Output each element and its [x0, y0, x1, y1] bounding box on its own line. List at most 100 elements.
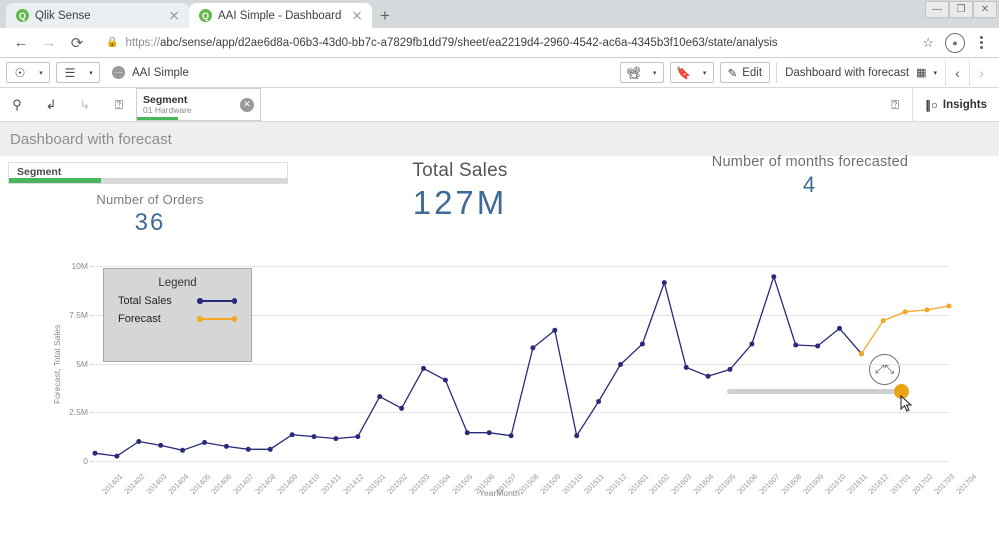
- kpi-months-forecasted: Number of months forecasted 4: [670, 154, 950, 198]
- legend-entry-forecast[interactable]: Forecast: [104, 307, 251, 325]
- kpi-number-of-orders: Number of Orders 36: [60, 192, 240, 237]
- next-sheet-button[interactable]: ›: [969, 60, 993, 86]
- data-point[interactable]: [574, 433, 579, 438]
- data-point[interactable]: [837, 326, 842, 331]
- browser-menu-icon[interactable]: [971, 36, 991, 49]
- data-point[interactable]: [640, 342, 645, 347]
- data-point[interactable]: [377, 394, 382, 399]
- data-point[interactable]: [618, 362, 623, 367]
- data-point[interactable]: [421, 366, 426, 371]
- close-icon[interactable]: [350, 9, 364, 23]
- data-point[interactable]: [684, 365, 689, 370]
- close-icon[interactable]: [167, 9, 181, 23]
- data-point[interactable]: [728, 367, 733, 372]
- data-point[interactable]: [246, 447, 251, 452]
- close-icon[interactable]: ✕: [240, 98, 254, 112]
- data-point[interactable]: [706, 374, 711, 379]
- sheet-list-button[interactable]: ☰ ▾: [56, 62, 100, 83]
- forward-icon[interactable]: →: [36, 30, 62, 56]
- selection-fill-bar: [137, 117, 178, 120]
- address-bar[interactable]: 🔒 https://abc/sense/app/d2ae6d8a-06b3-43…: [96, 32, 915, 54]
- y-axis-tick-label: 7.5M: [69, 310, 88, 320]
- edit-label: Edit: [742, 67, 762, 79]
- back-icon[interactable]: ←: [8, 30, 34, 56]
- legend-title: Legend: [104, 269, 251, 289]
- data-point[interactable]: [771, 274, 776, 279]
- storytelling-button[interactable]: 📽 ▾: [620, 62, 664, 83]
- data-point[interactable]: [859, 351, 864, 356]
- segment-filter-pane[interactable]: Segment: [8, 162, 288, 184]
- selection-search-icon[interactable]: ⚲: [0, 88, 34, 121]
- bookmark-star-icon[interactable]: ☆: [917, 35, 939, 51]
- forecast-line-chart[interactable]: Forecast, Total Sales 02.5M5M7.5M10M Leg…: [0, 266, 999, 539]
- maximize-icon[interactable]: ❐: [949, 1, 973, 18]
- clear-selections-icon[interactable]: ⍰: [102, 88, 136, 121]
- selection-chip-segment[interactable]: Segment 01 Hardware ✕: [136, 88, 261, 121]
- step-forward-icon[interactable]: ↳: [68, 88, 102, 121]
- data-point[interactable]: [202, 440, 207, 445]
- reload-icon[interactable]: ⟳: [64, 30, 90, 56]
- y-axis-tick: [90, 364, 94, 365]
- data-point[interactable]: [114, 454, 119, 459]
- data-point[interactable]: [487, 430, 492, 435]
- data-point[interactable]: [881, 318, 886, 323]
- data-point[interactable]: [530, 345, 535, 350]
- data-point[interactable]: [596, 399, 601, 404]
- browser-url-bar: ← → ⟳ 🔒 https://abc/sense/app/d2ae6d8a-0…: [0, 28, 999, 58]
- sheet-selector[interactable]: Dashboard with forecast ▦ ▾: [776, 62, 945, 83]
- tab-strip: Q Qlik Sense Q AAI Simple - Dashboard wi…: [0, 0, 999, 28]
- data-point[interactable]: [509, 433, 514, 438]
- data-point[interactable]: [749, 342, 754, 347]
- browser-tab-2[interactable]: Q AAI Simple - Dashboard with fore: [189, 3, 372, 28]
- sheet-body: Segment Number of Orders 36 Total Sales …: [0, 156, 999, 539]
- data-point[interactable]: [399, 406, 404, 411]
- data-point[interactable]: [180, 448, 185, 453]
- data-point[interactable]: [333, 436, 338, 441]
- data-point[interactable]: [93, 451, 98, 456]
- chevron-down-icon: ▾: [83, 69, 99, 77]
- url-text: https://abc/sense/app/d2ae6d8a-06b3-43d0…: [125, 37, 777, 49]
- navigation-menu-button[interactable]: ☉ ▾: [6, 62, 50, 83]
- minimize-icon[interactable]: —: [925, 1, 949, 18]
- url-rest: abc/sense/app/d2ae6d8a-06b3-43d0-bb7c-a7…: [160, 37, 778, 49]
- data-point[interactable]: [158, 443, 163, 448]
- new-tab-button[interactable]: +: [372, 3, 398, 28]
- data-point[interactable]: [465, 430, 470, 435]
- profile-icon[interactable]: ●: [945, 33, 965, 53]
- data-point[interactable]: [947, 304, 952, 309]
- data-point[interactable]: [815, 344, 820, 349]
- bookmarks-button[interactable]: 🔖 ▾: [670, 62, 714, 83]
- qlik-toolbar: ☉ ▾ ☰ ▾ ⋯ AAI Simple 📽 ▾ 🔖 ▾ ✎ Ed: [0, 58, 999, 88]
- data-point[interactable]: [268, 447, 273, 452]
- selection-bar-right: ⍰ ∥○ Insights: [878, 88, 999, 121]
- previous-sheet-button[interactable]: ‹: [945, 60, 969, 86]
- close-window-icon[interactable]: ✕: [973, 1, 997, 18]
- qlik-icon: Q: [199, 9, 212, 22]
- data-point[interactable]: [552, 328, 557, 333]
- chart-plot-area[interactable]: 02.5M5M7.5M10M Legend Total Sales Foreca…: [95, 266, 949, 461]
- data-point[interactable]: [793, 343, 798, 348]
- data-point[interactable]: [290, 432, 295, 437]
- legend-entry-total-sales[interactable]: Total Sales: [104, 289, 251, 307]
- browser-tab-1[interactable]: Q Qlik Sense: [6, 3, 189, 28]
- data-point[interactable]: [662, 280, 667, 285]
- tab-title: AAI Simple - Dashboard with fore: [218, 10, 344, 22]
- lock-icon: 🔒: [106, 37, 118, 48]
- data-point[interactable]: [312, 434, 317, 439]
- data-point[interactable]: [903, 309, 908, 314]
- data-point[interactable]: [443, 378, 448, 383]
- kpi-total-sales: Total Sales 127M: [360, 160, 560, 222]
- smart-search-icon[interactable]: ⍰: [878, 88, 912, 121]
- data-point[interactable]: [355, 434, 360, 439]
- data-point[interactable]: [925, 307, 930, 312]
- chart-legend[interactable]: Legend Total Sales Forecast: [103, 268, 252, 362]
- insights-button[interactable]: ∥○ Insights: [912, 88, 999, 121]
- segment-filter-progress: [9, 178, 287, 183]
- data-point[interactable]: [136, 439, 141, 444]
- edit-button[interactable]: ✎ Edit: [720, 62, 770, 83]
- compass-icon: ☉: [7, 66, 33, 80]
- data-point[interactable]: [224, 444, 229, 449]
- y-axis-tick: [90, 461, 94, 462]
- step-back-icon[interactable]: ↲: [34, 88, 68, 121]
- page-title: Dashboard with forecast: [10, 131, 172, 148]
